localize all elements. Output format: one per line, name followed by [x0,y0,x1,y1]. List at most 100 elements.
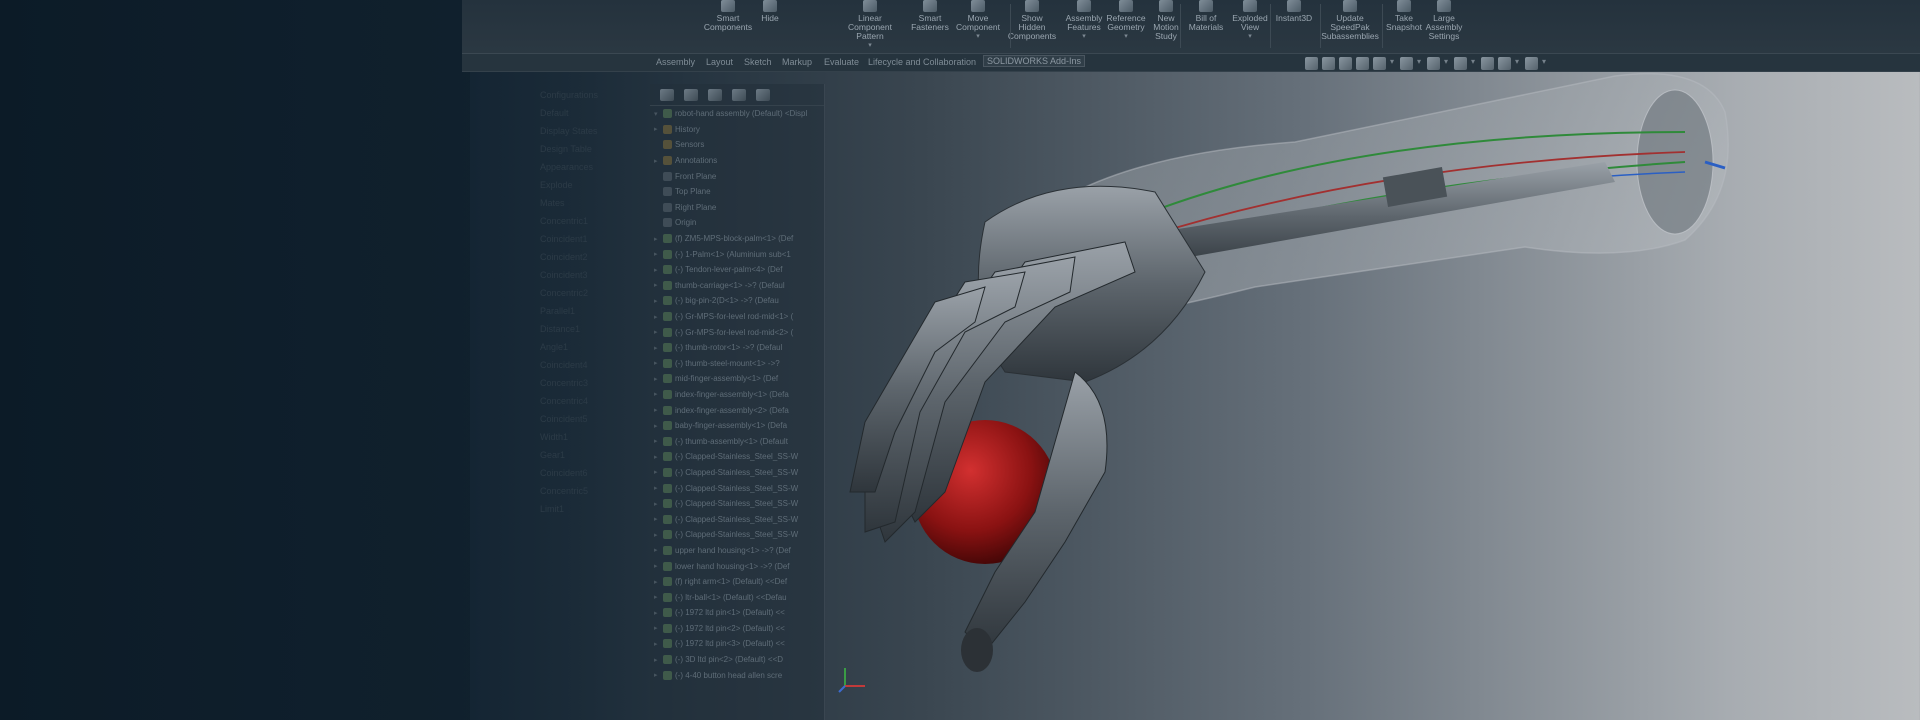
ribbon-button[interactable]: Large Assembly Settings [1419,0,1469,41]
feature-tree-item[interactable]: ▸ (-) thumb-rotor<1> ->? (Defaul [650,340,824,356]
expand-arrow-icon[interactable]: ▸ [654,640,660,648]
ribbon-button[interactable]: Show Hidden Components [1007,0,1057,41]
feature-tree-item[interactable]: ▸ (-) Clapped-Stainless_Steel_SS-W [650,511,824,527]
chevron-down-icon[interactable]: ▾ [1417,57,1423,70]
dimxpert-manager-icon[interactable] [732,88,746,101]
ribbon-button[interactable]: Exploded View ▾ [1225,0,1275,41]
expand-arrow-icon[interactable]: ▸ [654,546,660,554]
feature-tree-item[interactable]: ▸ (-) 1972 ltd pin<3> (Default) << [650,636,824,652]
feature-tree-item[interactable]: Front Plane [650,168,824,184]
feature-tree-item[interactable]: ▸ History [650,122,824,138]
chevron-down-icon[interactable]: ▾ [1390,57,1396,70]
command-tab[interactable]: Lifecycle and Collaboration [868,57,976,67]
feature-tree-item[interactable]: ▸ (-) big-pin-2(D<1> ->? (Defau [650,293,824,309]
feature-tree-item[interactable]: ▸ (-) 3D ltd pin<2> (Default) <<D [650,652,824,668]
feature-tree-item[interactable]: Origin [650,215,824,231]
expand-arrow-icon[interactable]: ▸ [654,656,660,664]
feature-tree-item[interactable]: ▸ index-finger-assembly<2> (Defa [650,402,824,418]
expand-arrow-icon[interactable]: ▸ [654,250,660,258]
chevron-down-icon[interactable]: ▾ [1515,57,1521,70]
expand-arrow-icon[interactable]: ▸ [654,515,660,523]
feature-tree-item[interactable]: ▸ (-) Gr-MPS-for-level rod-mid<1> ( [650,309,824,325]
ribbon-button[interactable]: Linear Component Pattern ▾ [845,0,895,50]
feature-tree-item[interactable]: ▸ (-) Clapped-Stainless_Steel_SS-W [650,449,824,465]
ribbon-button[interactable]: Instant3D [1269,0,1319,23]
expand-arrow-icon[interactable]: ▸ [654,453,660,461]
ribbon-button[interactable]: Smart Fasteners [905,0,955,32]
feature-tree-item[interactable]: Right Plane [650,200,824,216]
feature-tree-item[interactable]: ▸ (-) Tendon-lever-palm<4> (Def [650,262,824,278]
zoom-area-icon[interactable] [1322,57,1335,70]
command-tab[interactable]: Layout [706,57,733,67]
display-manager-icon[interactable] [756,88,770,101]
apply-scene-icon[interactable] [1498,57,1511,70]
expand-arrow-icon[interactable]: ▸ [654,328,660,336]
feature-tree-item[interactable]: ▸ (-) 4-40 button head allen scre [650,667,824,683]
zoom-to-fit-icon[interactable] [1305,57,1318,70]
expand-arrow-icon[interactable]: ▸ [654,125,660,133]
property-manager-icon[interactable] [684,88,698,101]
expand-arrow-icon[interactable]: ▸ [654,422,660,430]
feature-tree-item[interactable]: ▸ Annotations [650,153,824,169]
expand-arrow-icon[interactable]: ▸ [654,235,660,243]
feature-tree-item[interactable]: ▸ upper hand housing<1> ->? (Def [650,543,824,559]
graphics-area[interactable] [825,72,1920,720]
chevron-down-icon[interactable]: ▾ [1471,57,1477,70]
feature-tree-item[interactable]: Top Plane [650,184,824,200]
feature-tree-item[interactable]: ▸ (-) thumb-steel-mount<1> ->? [650,356,824,372]
feature-manager-icon[interactable] [660,88,674,101]
feature-tree-item[interactable]: ▸ (f) right arm<1> (Default) <<Def [650,574,824,590]
command-tab[interactable]: Assembly [656,57,695,67]
expand-arrow-icon[interactable]: ▸ [654,406,660,414]
ribbon-button[interactable]: Hide [745,0,795,23]
expand-arrow-icon[interactable]: ▸ [654,468,660,476]
expand-arrow-icon[interactable]: ▸ [654,500,660,508]
feature-tree-item[interactable]: ▸ baby-finger-assembly<1> (Defa [650,418,824,434]
chevron-down-icon[interactable]: ▾ [976,32,980,41]
feature-tree-item[interactable]: ▸ lower hand housing<1> ->? (Def [650,558,824,574]
expand-arrow-icon[interactable]: ▾ [654,110,660,118]
view-orientation-icon[interactable] [1400,57,1413,70]
expand-arrow-icon[interactable]: ▸ [654,359,660,367]
previous-view-icon[interactable] [1339,57,1352,70]
feature-tree-item[interactable]: ▸ index-finger-assembly<1> (Defa [650,387,824,403]
expand-arrow-icon[interactable]: ▸ [654,297,660,305]
ribbon-button[interactable]: Update SpeedPak Subassemblies [1321,0,1379,41]
feature-tree-item[interactable]: ▸ (-) Gr-MPS-for-level rod-mid<2> ( [650,324,824,340]
display-style-icon[interactable] [1427,57,1440,70]
command-tab[interactable]: Sketch [744,57,772,67]
hide-show-items-icon[interactable] [1454,57,1467,70]
expand-arrow-icon[interactable]: ▸ [654,562,660,570]
section-view-icon[interactable] [1356,57,1369,70]
feature-tree-item[interactable]: ▸ (-) ltr-ball<1> (Default) <<Defau [650,589,824,605]
feature-tree-item[interactable]: ▸ (-) 1972 ltd pin<2> (Default) << [650,621,824,637]
expand-arrow-icon[interactable]: ▸ [654,344,660,352]
feature-tree-item[interactable]: ▸ mid-finger-assembly<1> (Def [650,371,824,387]
expand-arrow-icon[interactable]: ▸ [654,593,660,601]
view-settings-icon[interactable] [1525,57,1538,70]
chevron-down-icon[interactable]: ▾ [1542,57,1548,70]
chevron-down-icon[interactable]: ▾ [1124,32,1128,41]
feature-tree-item[interactable]: ▸ (-) Clapped-Stainless_Steel_SS-W [650,496,824,512]
feature-tree-item[interactable]: ▸ (-) 1-Palm<1> (Aluminium sub<1 [650,246,824,262]
expand-arrow-icon[interactable]: ▸ [654,313,660,321]
command-tab[interactable]: Evaluate [824,57,859,67]
feature-tree-item[interactable]: ▸ (-) Clapped-Stainless_Steel_SS-W [650,465,824,481]
configuration-manager-icon[interactable] [708,88,722,101]
command-tab[interactable]: Markup [782,57,812,67]
expand-arrow-icon[interactable]: ▸ [654,578,660,586]
expand-arrow-icon[interactable]: ▸ [654,390,660,398]
expand-arrow-icon[interactable]: ▸ [654,266,660,274]
edit-appearance-icon[interactable] [1481,57,1494,70]
chevron-down-icon[interactable]: ▾ [1248,32,1252,41]
expand-arrow-icon[interactable]: ▸ [654,157,660,165]
feature-tree-item[interactable]: ▸ (f) ZM5-MPS-block-palm<1> (Def [650,231,824,247]
feature-tree-item[interactable]: ▸ (-) thumb-assembly<1> (Default [650,433,824,449]
ribbon-button[interactable]: Move Component ▾ [953,0,1003,41]
expand-arrow-icon[interactable]: ▸ [654,531,660,539]
expand-arrow-icon[interactable]: ▸ [654,375,660,383]
expand-arrow-icon[interactable]: ▸ [654,437,660,445]
command-tab[interactable]: SOLIDWORKS Add-Ins [983,55,1086,67]
feature-tree-item[interactable]: ▸ (-) Clapped-Stainless_Steel_SS-W [650,527,824,543]
expand-arrow-icon[interactable]: ▸ [654,624,660,632]
